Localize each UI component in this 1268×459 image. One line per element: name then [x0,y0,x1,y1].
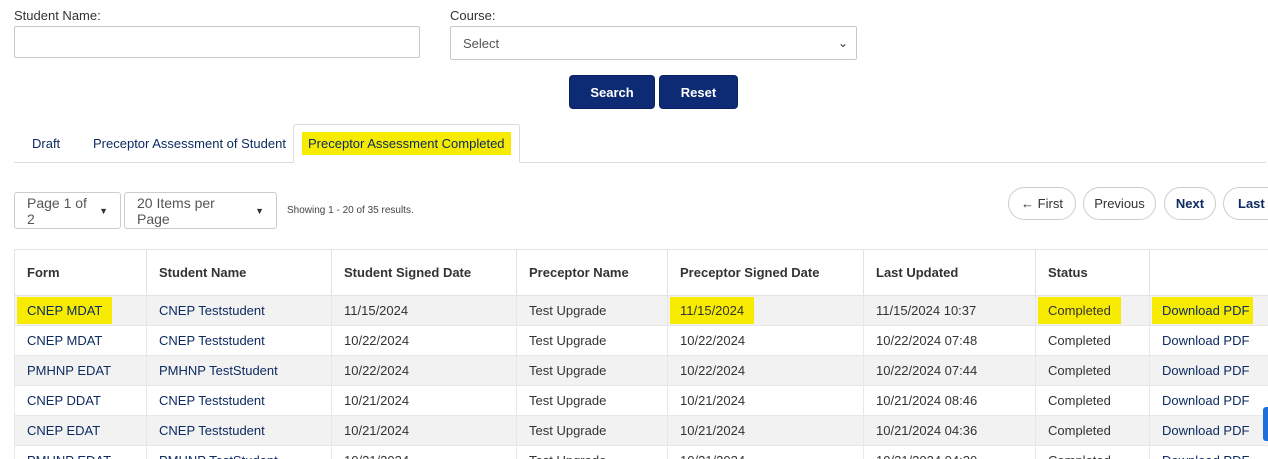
table-row: CNEP MDAT CNEP Teststudent 10/22/2024 Te… [14,325,1268,356]
form-cell[interactable]: CNEP DDAT [14,385,147,416]
download-pdf-link[interactable]: Download PDF [1149,295,1268,326]
tab-bar: Draft Preceptor Assessment of Student Pr… [14,124,1266,163]
column-header-actions [1149,249,1268,296]
caret-down-icon: ▼ [99,205,108,216]
table-row: CNEP DDAT CNEP Teststudent 10/21/2024 Te… [14,385,1268,416]
form-cell[interactable]: PMHNP EDAT [14,445,147,459]
download-pdf-link[interactable]: Download PDF [1149,355,1268,386]
student-name-cell[interactable]: CNEP Teststudent [146,415,332,446]
student-signed-date-cell: 10/21/2024 [331,385,517,416]
student-signed-date-cell: 10/22/2024 [331,355,517,386]
last-updated-cell: 11/15/2024 10:37 [863,295,1036,326]
student-name-input[interactable] [14,26,420,58]
status-cell: Completed [1035,415,1150,446]
last-updated-cell: 10/21/2024 04:36 [863,415,1036,446]
student-signed-date-cell: 11/15/2024 [331,295,517,326]
student-signed-date-cell: 10/22/2024 [331,325,517,356]
preceptor-signed-date-cell: 10/22/2024 [667,325,864,356]
preceptor-signed-date-cell: 10/21/2024 [667,445,864,459]
caret-down-icon: ▼ [255,205,264,216]
student-name-label: Student Name: [14,8,101,23]
tab-preceptor-assessment-completed[interactable]: Preceptor Assessment Completed [293,124,520,163]
form-cell[interactable]: PMHNP EDAT [14,355,147,386]
column-header-preceptor-name[interactable]: Preceptor Name [516,249,668,296]
column-header-student-signed-date[interactable]: Student Signed Date [331,249,517,296]
next-page-button[interactable]: Next [1164,187,1216,220]
preceptor-signed-date-cell: 10/21/2024 [667,385,864,416]
last-updated-cell: 10/21/2024 08:46 [863,385,1036,416]
column-header-preceptor-signed-date[interactable]: Preceptor Signed Date [667,249,864,296]
download-pdf-link[interactable]: Download PDF [1149,445,1268,459]
status-cell: Completed [1035,355,1150,386]
highlighted-text: Download PDF [1152,297,1254,324]
first-page-button[interactable]: ← First [1008,187,1076,220]
course-select-value: Select [463,36,500,51]
student-name-cell[interactable]: CNEP Teststudent [146,295,332,326]
preceptor-name-cell: Test Upgrade [516,295,668,326]
search-button[interactable]: Search [569,75,655,109]
results-summary: Showing 1 - 20 of 35 results. [287,205,414,216]
page-select[interactable]: Page 1 of 2 ▼ [14,192,121,229]
download-pdf-link[interactable]: Download PDF [1149,415,1268,446]
student-signed-date-cell: 10/21/2024 [331,415,517,446]
last-page-button[interactable]: Last → [1223,187,1268,220]
form-cell[interactable]: CNEP EDAT [14,415,147,446]
student-name-cell[interactable]: CNEP Teststudent [146,385,332,416]
course-select[interactable]: Select ⌄ [450,26,857,60]
status-cell: Completed [1035,385,1150,416]
highlighted-text: CNEP MDAT [17,297,113,324]
page-select-label: Page 1 of 2 [27,194,87,227]
status-cell: Completed [1035,325,1150,356]
preceptor-signed-date-cell: 10/21/2024 [667,415,864,446]
tab-draft[interactable]: Draft [16,124,76,162]
items-per-page-select[interactable]: 20 Items per Page ▼ [124,192,277,229]
assessments-table: Form Student Name Student Signed Date Pr… [14,249,1268,459]
table-row: PMHNP EDAT PMHNP TestStudent 10/22/2024 … [14,355,1268,386]
last-updated-cell: 10/21/2024 04:20 [863,445,1036,459]
last-updated-cell: 10/22/2024 07:44 [863,355,1036,386]
student-name-cell[interactable]: PMHNP TestStudent [146,445,332,459]
preceptor-name-cell: Test Upgrade [516,415,668,446]
column-header-student-name[interactable]: Student Name [146,249,332,296]
table-row: CNEP MDAT CNEP Teststudent 11/15/2024 Te… [14,295,1268,326]
form-cell[interactable]: CNEP MDAT [14,295,147,326]
download-pdf-link[interactable]: Download PDF [1149,385,1268,416]
table-row: PMHNP EDAT PMHNP TestStudent 10/21/2024 … [14,445,1268,459]
download-pdf-link[interactable]: Download PDF [1149,325,1268,356]
preceptor-name-cell: Test Upgrade [516,445,668,459]
reset-button[interactable]: Reset [659,75,738,109]
column-header-last-updated[interactable]: Last Updated [863,249,1036,296]
course-label: Course: [450,8,496,23]
previous-page-button[interactable]: Previous [1083,187,1156,220]
last-updated-cell: 10/22/2024 07:48 [863,325,1036,356]
tab-label-highlighted: Preceptor Assessment Completed [302,132,511,155]
preceptor-name-cell: Test Upgrade [516,385,668,416]
status-cell: Completed [1035,445,1150,459]
preceptor-name-cell: Test Upgrade [516,325,668,356]
preceptor-signed-date-cell: 10/22/2024 [667,355,864,386]
form-cell[interactable]: CNEP MDAT [14,325,147,356]
student-signed-date-cell: 10/21/2024 [331,445,517,459]
table-row: CNEP EDAT CNEP Teststudent 10/21/2024 Te… [14,415,1268,446]
chevron-down-icon: ⌄ [837,36,848,50]
column-header-status[interactable]: Status [1035,249,1150,296]
items-per-page-label: 20 Items per Page [137,194,215,227]
preceptor-signed-date-cell: 11/15/2024 [667,295,864,326]
highlighted-text: 11/15/2024 [670,297,755,324]
status-cell: Completed [1035,295,1150,326]
table-header-row: Form Student Name Student Signed Date Pr… [14,249,1268,296]
student-name-cell[interactable]: PMHNP TestStudent [146,355,332,386]
column-header-form[interactable]: Form [14,249,147,296]
student-name-cell[interactable]: CNEP Teststudent [146,325,332,356]
highlighted-text: Completed [1038,297,1121,324]
tab-preceptor-assessment-of-student[interactable]: Preceptor Assessment of Student [77,124,302,162]
feedback-side-tab[interactable] [1263,407,1268,441]
preceptor-name-cell: Test Upgrade [516,355,668,386]
